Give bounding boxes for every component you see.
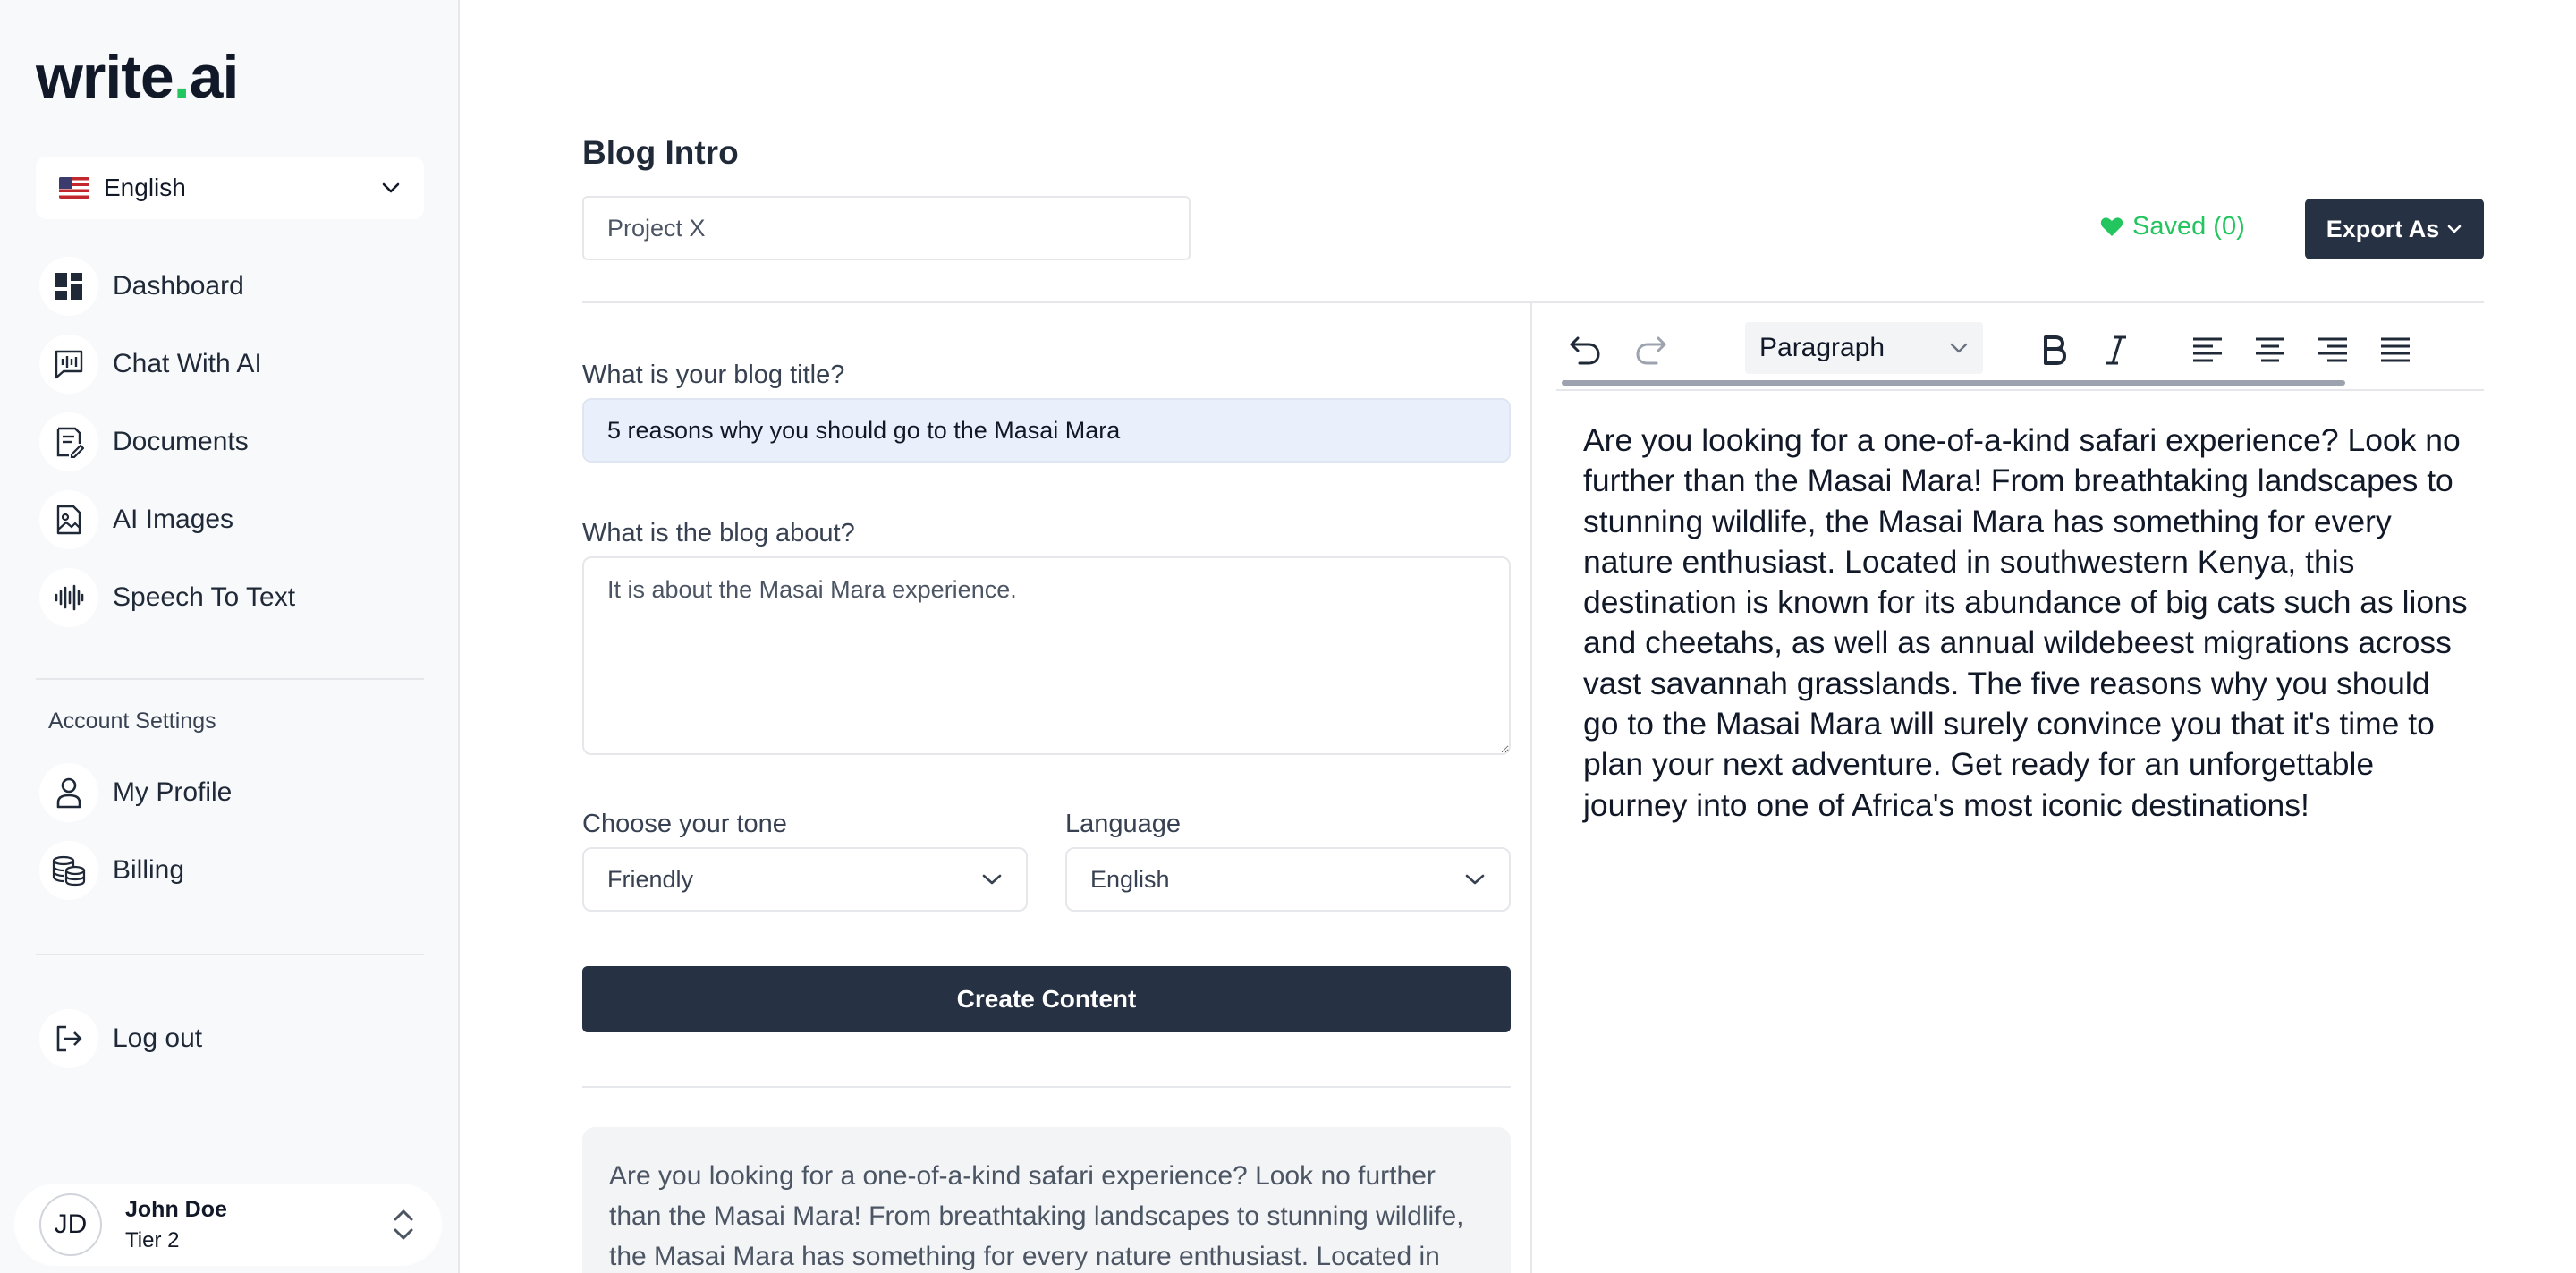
sidebar-item-ai-images[interactable]: AI Images [39, 490, 424, 549]
pane-divider [1530, 301, 1532, 1273]
chevron-down-icon [1465, 874, 1485, 885]
tone-label: Choose your tone [582, 810, 787, 838]
page-title: Blog Intro [582, 134, 739, 171]
block-format-value: Paragraph [1759, 333, 1885, 362]
documents-icon [39, 412, 98, 471]
user-info: John Doe Tier 2 [125, 1197, 227, 1253]
sidebar-item-label: Documents [113, 427, 249, 456]
language-dropdown[interactable]: English [1065, 847, 1511, 912]
us-flag-icon [59, 177, 89, 199]
sidebar: write.ai English Dashboard Chat With AI … [0, 0, 460, 1273]
align-justify-icon [2381, 337, 2410, 362]
account-settings-heading: Account Settings [48, 709, 216, 734]
image-icon [39, 490, 98, 549]
sidebar-item-label: Chat With AI [113, 349, 262, 378]
sidebar-divider [36, 954, 424, 955]
user-account-switcher[interactable]: JD John Doe Tier 2 [14, 1184, 442, 1266]
language-select-value: English [104, 174, 186, 201]
sidebar-item-label: Speech To Text [113, 582, 296, 612]
sidebar-item-billing[interactable]: Billing [39, 841, 424, 900]
blog-about-textarea[interactable]: It is about the Masai Mara experience. [582, 556, 1511, 755]
bold-button[interactable] [2029, 325, 2079, 375]
generated-content-preview: Are you looking for a one-of-a-kind safa… [582, 1127, 1511, 1273]
sidebar-item-label: Billing [113, 855, 185, 885]
editor-content[interactable]: Are you looking for a one-of-a-kind safa… [1583, 420, 2469, 826]
header-divider [582, 301, 2484, 303]
sidebar-item-chat-with-ai[interactable]: Chat With AI [39, 335, 424, 394]
sidebar-item-my-profile[interactable]: My Profile [39, 763, 424, 822]
coins-icon [39, 841, 98, 900]
chevron-down-icon [1950, 343, 1968, 353]
align-left-button[interactable] [2182, 325, 2233, 375]
sidebar-item-documents[interactable]: Documents [39, 412, 424, 471]
saved-label: Saved (0) [2132, 212, 2245, 241]
language-select[interactable]: English [36, 157, 424, 219]
blog-title-input[interactable] [582, 398, 1511, 463]
chevron-up-down-icon [394, 1209, 413, 1240]
chevron-down-icon [2447, 225, 2462, 233]
align-center-button[interactable] [2245, 325, 2295, 375]
align-left-icon [2193, 337, 2222, 362]
create-content-button[interactable]: Create Content [582, 966, 1511, 1032]
blog-about-label: What is the blog about? [582, 519, 855, 547]
dashboard-icon [39, 257, 98, 316]
italic-icon [2106, 335, 2126, 365]
logout-button[interactable]: Log out [39, 1009, 424, 1068]
audio-wave-icon [39, 568, 98, 627]
justify-button[interactable] [2370, 325, 2420, 375]
align-right-icon [2318, 337, 2347, 362]
tone-select-value: Friendly [607, 865, 694, 893]
avatar: JD [39, 1193, 102, 1256]
sidebar-item-dashboard[interactable]: Dashboard [39, 257, 424, 316]
tone-select[interactable]: Friendly [582, 847, 1028, 912]
logout-icon [39, 1009, 98, 1068]
italic-button[interactable] [2091, 325, 2141, 375]
block-format-select[interactable]: Paragraph [1745, 322, 1983, 374]
sidebar-item-label: Dashboard [113, 271, 244, 301]
sidebar-item-label: My Profile [113, 777, 233, 807]
export-as-button[interactable]: Export As [2305, 199, 2484, 259]
user-icon [39, 763, 98, 822]
user-name: John Doe [125, 1196, 227, 1222]
chat-icon [39, 335, 98, 394]
export-label: Export As [2326, 215, 2440, 242]
saved-indicator[interactable]: Saved (0) [2100, 212, 2245, 242]
redo-icon [1636, 336, 1666, 365]
blog-title-label: What is your blog title? [582, 361, 845, 389]
language-label: Language [1065, 810, 1182, 838]
chevron-down-icon [982, 874, 1002, 885]
app-logo[interactable]: write.ai [36, 47, 239, 107]
align-center-icon [2256, 337, 2284, 362]
language-dropdown-value: English [1090, 865, 1170, 893]
align-right-button[interactable] [2308, 325, 2358, 375]
undo-icon [1570, 336, 1600, 365]
sidebar-item-label: AI Images [113, 505, 234, 534]
sidebar-divider [36, 678, 424, 680]
redo-button[interactable] [1626, 325, 1676, 375]
heart-icon [2100, 216, 2123, 236]
editor-toolbar: Paragraph [1556, 318, 2484, 391]
undo-button[interactable] [1560, 325, 1610, 375]
user-tier: Tier 2 [125, 1227, 180, 1252]
toolbar-scrollbar[interactable] [1562, 380, 2345, 386]
sidebar-item-speech-to-text[interactable]: Speech To Text [39, 568, 424, 627]
chevron-down-icon [382, 182, 400, 193]
logout-label: Log out [113, 1023, 203, 1053]
project-name-input[interactable] [582, 196, 1191, 260]
form-divider [582, 1086, 1511, 1088]
bold-icon [2044, 335, 2066, 365]
